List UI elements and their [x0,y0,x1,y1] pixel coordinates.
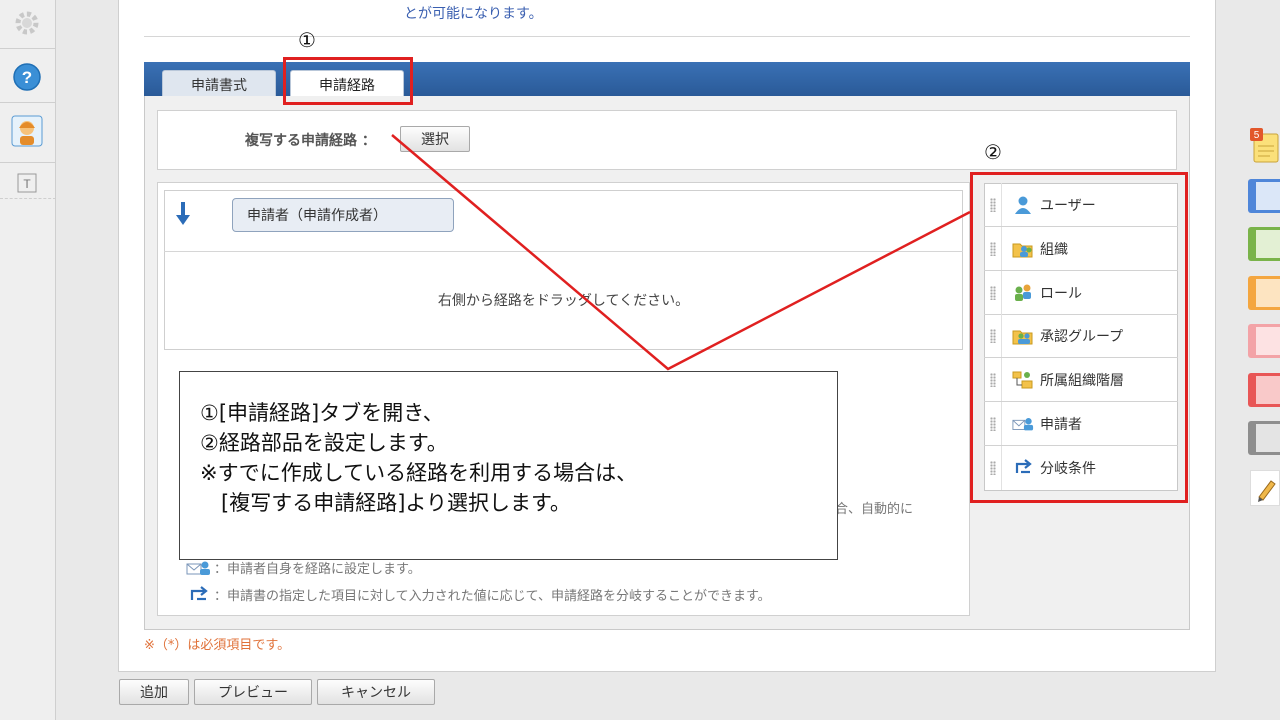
cancel-button[interactable]: キャンセル [317,679,435,705]
annotation-callout: ①[申請経路]タブを開き、 ②経路部品を設定します。 ※すでに作成している経路を… [179,371,838,560]
sticky-tab-gray[interactable] [1248,421,1280,455]
callout-line: ※すでに作成している経路を利用する場合は、 [200,461,638,485]
right-sidebar: 5 [1244,0,1280,720]
svg-text:5: 5 [1254,130,1260,141]
sticky-tab-green[interactable] [1248,227,1280,261]
sticky-tab-red[interactable] [1248,373,1280,407]
memo-badge-icon[interactable]: 5 [1250,128,1280,168]
sticky-tab-pink[interactable] [1248,324,1280,358]
callout-pointer-lines [391,134,971,371]
sticky-tab-blue[interactable] [1248,179,1280,213]
callout-line: [複写する申請経路]より選択します。 [200,491,571,515]
callout-line: ②経路部品を設定します。 [200,431,448,455]
pencil-icon[interactable] [1250,470,1280,506]
preview-button[interactable]: プレビュー [194,679,312,705]
callout-line: ①[申請経路]タブを開き、 [200,401,444,425]
add-button[interactable]: 追加 [119,679,189,705]
sticky-tab-orange[interactable] [1248,276,1280,310]
